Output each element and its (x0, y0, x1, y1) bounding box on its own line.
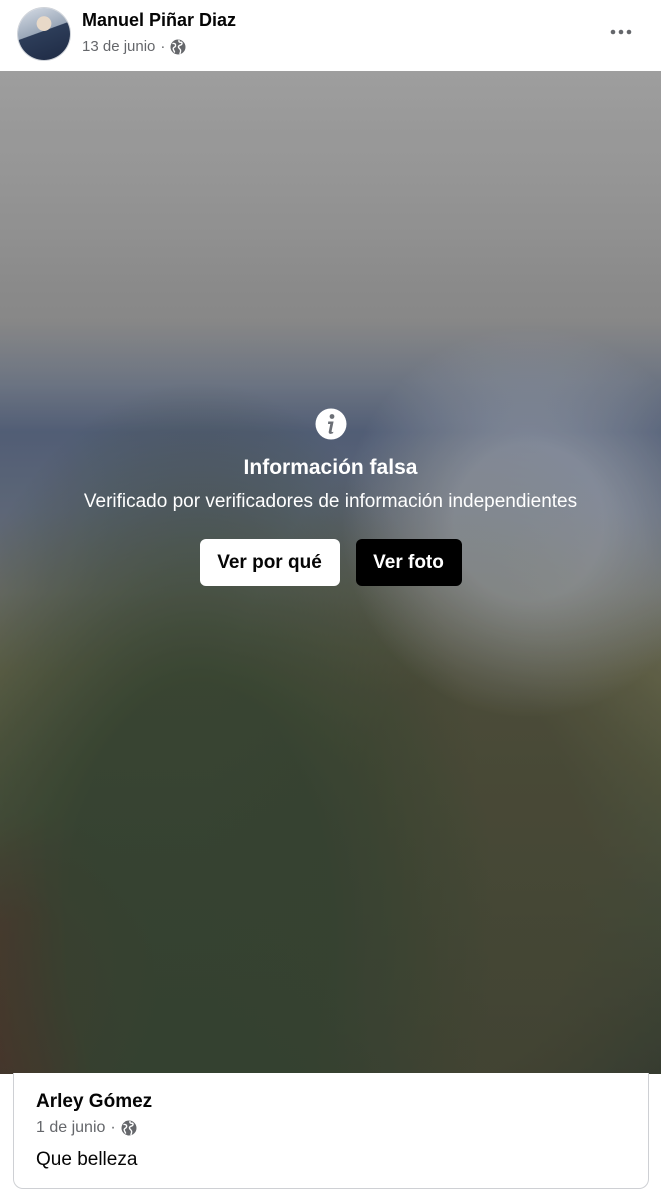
author-avatar[interactable] (18, 8, 70, 60)
post-header: Manuel Piñar Diaz 13 de junio · (0, 0, 661, 71)
see-why-button[interactable]: Ver por qué (199, 539, 340, 586)
meta-separator: · (160, 38, 166, 55)
comment-meta: 1 de junio · (36, 1119, 137, 1137)
comment-text: Que belleza (36, 1149, 138, 1170)
warning-title: Información falsa (243, 456, 418, 479)
comment-card: Arley Gómez 1 de junio · Que belleza (13, 1073, 649, 1189)
globe-icon[interactable] (170, 39, 186, 55)
comment-meta-separator: · (110, 1119, 116, 1136)
info-icon (315, 408, 346, 440)
see-photo-button[interactable]: Ver foto (355, 539, 462, 586)
more-options-icon[interactable] (609, 20, 633, 44)
warning-actions: Ver por qué Ver foto (199, 539, 462, 586)
false-info-warning: Información falsa Verificado por verific… (0, 408, 661, 586)
post-author-name[interactable]: Manuel Piñar Diaz (82, 10, 236, 31)
warning-subtitle: Verificado por verificadores de informac… (83, 491, 578, 512)
post-date[interactable]: 13 de junio (82, 38, 155, 55)
comment-date[interactable]: 1 de junio (36, 1119, 105, 1137)
globe-icon[interactable] (121, 1120, 137, 1136)
post-meta: 13 de junio · (82, 38, 186, 55)
comment-author-name[interactable]: Arley Gómez (36, 1091, 152, 1113)
